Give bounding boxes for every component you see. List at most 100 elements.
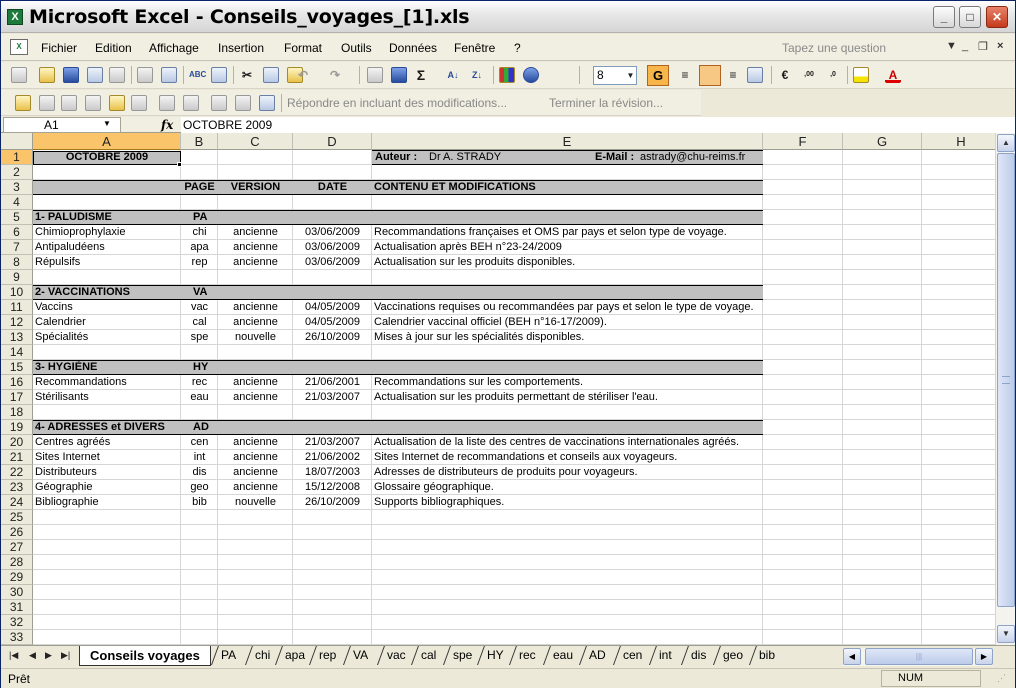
row-header-11[interactable]: 11: [1, 300, 33, 315]
save-icon[interactable]: [63, 67, 79, 83]
scroll-down-icon[interactable]: ▼: [997, 625, 1015, 643]
entry-page[interactable]: vac: [183, 300, 216, 315]
entry-page[interactable]: rec: [183, 375, 216, 390]
hyperlink-icon[interactable]: [367, 67, 383, 83]
entry-page[interactable]: cen: [183, 435, 216, 450]
increase-decimal-icon[interactable]: ,00: [801, 67, 817, 83]
email-value[interactable]: astrady@chu-reims.fr: [640, 150, 745, 165]
menu-outils[interactable]: Outils: [341, 41, 372, 55]
tab-bib[interactable]: bib: [749, 646, 779, 665]
entry-date[interactable]: 21/03/2007: [295, 390, 370, 405]
entry-name[interactable]: Géographie: [35, 480, 179, 495]
column-header-c[interactable]: C: [218, 133, 293, 150]
row-header-13[interactable]: 13: [1, 330, 33, 345]
menu-edition[interactable]: Edition: [95, 41, 132, 55]
sort-descending-icon[interactable]: Z↓: [469, 67, 485, 83]
row-header-6[interactable]: 6: [1, 225, 33, 240]
row-header-33[interactable]: 33: [1, 630, 33, 645]
entry-version[interactable]: ancienne: [220, 480, 291, 495]
entry-version[interactable]: nouvelle: [220, 495, 291, 510]
decrease-decimal-icon[interactable]: ,0: [825, 67, 841, 83]
entry-version[interactable]: ancienne: [220, 225, 291, 240]
merge-center-icon[interactable]: [747, 67, 763, 83]
vertical-scroll-thumb[interactable]: [997, 153, 1015, 607]
next-comment-icon[interactable]: [61, 95, 77, 111]
tab-va[interactable]: VA: [343, 646, 372, 665]
row-header-1[interactable]: 1: [1, 150, 33, 165]
next-sheet-icon[interactable]: ▶: [45, 650, 52, 661]
copy-icon[interactable]: [263, 67, 279, 83]
fill-color-icon[interactable]: [853, 67, 869, 83]
formula-input[interactable]: OCTOBRE 2009: [181, 117, 1015, 133]
section-code[interactable]: PA: [193, 210, 226, 225]
last-sheet-icon[interactable]: ▶|: [61, 650, 70, 661]
print-icon[interactable]: [137, 67, 153, 83]
row-header-16[interactable]: 16: [1, 375, 33, 390]
row-header-26[interactable]: 26: [1, 525, 33, 540]
workbook-restore-button[interactable]: ❐: [978, 40, 988, 53]
align-center-button[interactable]: [699, 65, 721, 86]
row-header-17[interactable]: 17: [1, 390, 33, 405]
entry-name[interactable]: Vaccins: [35, 300, 179, 315]
entry-page[interactable]: eau: [183, 390, 216, 405]
entry-date[interactable]: 21/06/2002: [295, 450, 370, 465]
menu-affichage[interactable]: Affichage: [149, 41, 199, 55]
tab-pa[interactable]: PA: [211, 646, 240, 665]
row-header-19[interactable]: 19: [1, 420, 33, 435]
entry-name[interactable]: Recommandations: [35, 375, 179, 390]
entry-page[interactable]: dis: [183, 465, 216, 480]
maximize-button[interactable]: □: [959, 6, 981, 28]
new-comment-icon[interactable]: [15, 95, 31, 111]
scroll-up-icon[interactable]: ▲: [997, 134, 1015, 152]
entry-page[interactable]: apa: [183, 240, 216, 255]
menu-insertion[interactable]: Insertion: [218, 41, 264, 55]
first-sheet-icon[interactable]: |◀: [9, 650, 18, 661]
scroll-left-icon[interactable]: ◀: [843, 648, 861, 665]
worksheet-grid[interactable]: ABCDEFGH 1 2 3 4 5 6 7 8 9 10 11 12 13 14 15 16 17 18 19 20…: [1, 133, 995, 645]
row-header-2[interactable]: 2: [1, 165, 33, 180]
select-all-corner[interactable]: [1, 133, 33, 150]
entry-content[interactable]: Recommandations françaises et OMS par pa…: [374, 225, 727, 240]
column-header-h[interactable]: H: [922, 133, 995, 150]
entry-date[interactable]: 18/07/2003: [295, 465, 370, 480]
menu-fenetre[interactable]: Fenêtre: [454, 41, 495, 55]
entry-name[interactable]: Répulsifs: [35, 255, 179, 270]
chevron-down-icon[interactable]: ▼: [103, 119, 111, 128]
section-code[interactable]: HY: [193, 360, 226, 375]
row-header-20[interactable]: 20: [1, 435, 33, 450]
entry-page[interactable]: chi: [183, 225, 216, 240]
entry-content[interactable]: Calendrier vaccinal officiel (BEH n°16-1…: [374, 315, 607, 330]
row-header-27[interactable]: 27: [1, 540, 33, 555]
undo-icon[interactable]: ↶: [295, 67, 311, 83]
entry-date[interactable]: 04/05/2009: [295, 315, 370, 330]
autosum-icon[interactable]: Σ: [413, 67, 429, 83]
resize-grip-icon[interactable]: ⋰: [997, 673, 1011, 687]
entry-date[interactable]: 26/10/2009: [295, 330, 370, 345]
minimize-button[interactable]: _: [933, 6, 955, 28]
vertical-scrollbar[interactable]: ▲ ▼: [995, 133, 1015, 645]
entry-content[interactable]: Recommandations sur les comportements.: [374, 375, 583, 390]
menu-fichier[interactable]: Fichier: [41, 41, 77, 55]
row-header-12[interactable]: 12: [1, 315, 33, 330]
entry-version[interactable]: ancienne: [220, 465, 291, 480]
menu-donnees[interactable]: Données: [389, 41, 437, 55]
entry-page[interactable]: rep: [183, 255, 216, 270]
tab-cal[interactable]: cal: [411, 646, 440, 665]
entry-date[interactable]: 15/12/2008: [295, 480, 370, 495]
tab-rec[interactable]: rec: [509, 646, 540, 665]
insert-function-icon[interactable]: fx: [161, 118, 173, 132]
row-header-10[interactable]: 10: [1, 285, 33, 300]
row-header-5[interactable]: 5: [1, 210, 33, 225]
entry-version[interactable]: nouvelle: [220, 330, 291, 345]
entry-name[interactable]: Sites Internet: [35, 450, 179, 465]
excel-app-icon[interactable]: X: [7, 9, 23, 25]
reply-with-changes-button[interactable]: Répondre en incluant des modifications..…: [287, 96, 507, 110]
header-date[interactable]: DATE: [295, 180, 370, 195]
entry-name[interactable]: Distributeurs: [35, 465, 179, 480]
tab-eau[interactable]: eau: [543, 646, 577, 665]
entry-date[interactable]: 03/06/2009: [295, 255, 370, 270]
author-name[interactable]: Dr A. STRADY: [429, 150, 501, 165]
entry-version[interactable]: ancienne: [220, 450, 291, 465]
align-left-icon[interactable]: ≡: [677, 67, 693, 83]
cell-a1-title[interactable]: OCTOBRE 2009: [35, 150, 179, 165]
